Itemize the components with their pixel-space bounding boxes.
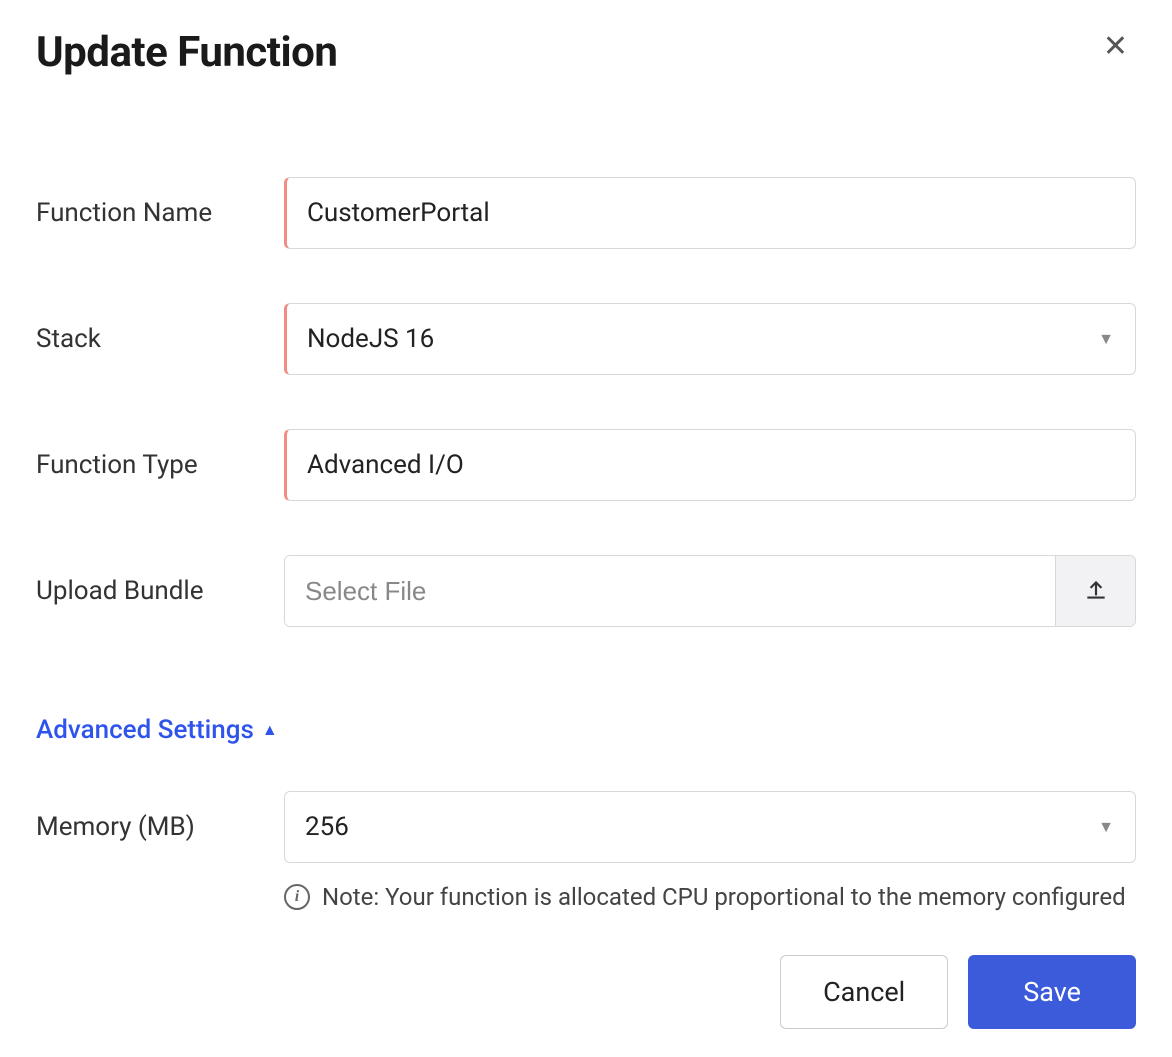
chevron-up-icon: ▲ xyxy=(262,720,278,740)
function-name-row: Function Name xyxy=(36,177,1136,249)
function-type-input-wrap xyxy=(284,429,1136,501)
memory-note-container: i Note: Your function is allocated CPU p… xyxy=(36,883,1136,911)
dialog-footer: Cancel Save xyxy=(36,955,1136,1029)
dialog-title: Update Function xyxy=(36,28,337,77)
advanced-settings-label: Advanced Settings xyxy=(36,715,254,745)
upload-bundle-row: Upload Bundle xyxy=(36,555,1136,627)
stack-row: Stack NodeJS 16 ▼ xyxy=(36,303,1136,375)
stack-select-wrap: NodeJS 16 ▼ xyxy=(284,303,1136,375)
save-button[interactable]: Save xyxy=(968,955,1136,1029)
function-type-row: Function Type xyxy=(36,429,1136,501)
memory-select-wrap: 256 ▼ xyxy=(284,791,1136,863)
upload-bundle-input[interactable] xyxy=(285,556,1055,626)
upload-icon xyxy=(1083,577,1109,606)
memory-note-row: i Note: Your function is allocated CPU p… xyxy=(284,883,1136,911)
memory-row: Memory (MB) 256 ▼ xyxy=(36,791,1136,863)
function-name-input[interactable] xyxy=(284,177,1136,249)
function-name-input-wrap xyxy=(284,177,1136,249)
function-name-label: Function Name xyxy=(36,198,284,228)
stack-select[interactable]: NodeJS 16 xyxy=(284,303,1136,375)
close-button[interactable]: ✕ xyxy=(1095,28,1136,66)
cancel-button[interactable]: Cancel xyxy=(780,955,948,1029)
upload-bundle-wrap xyxy=(284,555,1136,627)
memory-select[interactable]: 256 xyxy=(284,791,1136,863)
function-type-label: Function Type xyxy=(36,450,284,480)
upload-bundle-button[interactable] xyxy=(1055,556,1135,626)
memory-block: Memory (MB) 256 ▼ i Note: Your function … xyxy=(36,791,1136,911)
stack-label: Stack xyxy=(36,324,284,354)
advanced-settings-toggle[interactable]: Advanced Settings ▲ xyxy=(36,715,278,745)
memory-note-text: Note: Your function is allocated CPU pro… xyxy=(322,883,1126,911)
info-icon: i xyxy=(284,884,310,910)
upload-bundle-label: Upload Bundle xyxy=(36,576,284,606)
function-type-input xyxy=(284,429,1136,501)
close-icon: ✕ xyxy=(1103,30,1128,63)
memory-label: Memory (MB) xyxy=(36,812,284,842)
dialog-header: Update Function ✕ xyxy=(36,28,1136,77)
